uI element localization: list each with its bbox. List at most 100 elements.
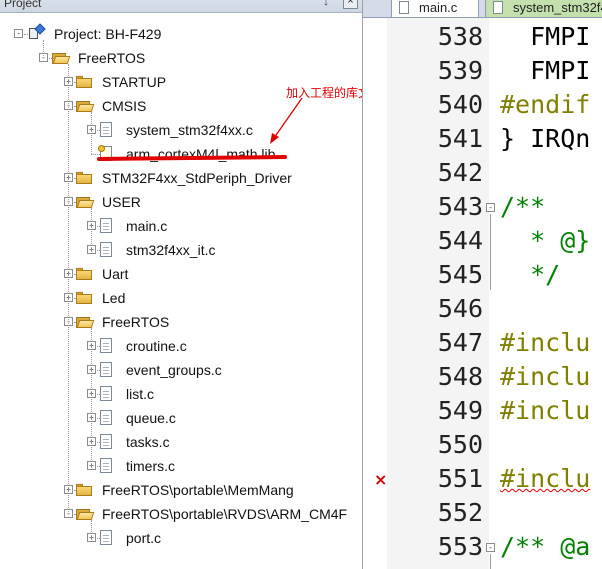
tree-item-label: croutine.c — [126, 338, 187, 354]
tree-item-label: Led — [102, 290, 126, 306]
line-number: 543 — [437, 192, 483, 221]
code-line[interactable]: * @} — [500, 226, 590, 256]
pin-icon[interactable]: ↓ — [320, 0, 332, 8]
tree-item-list-c[interactable]: + list.c — [0, 382, 362, 406]
line-number: 550 — [437, 430, 483, 459]
line-number: 553 — [437, 532, 483, 561]
tree-guide-line — [68, 64, 69, 514]
tree-item-tasks-c[interactable]: + tasks.c — [0, 430, 362, 454]
tree-item-led[interactable]: + Led — [0, 286, 362, 310]
tree-item-user[interactable]: - USER — [0, 190, 362, 214]
tree-item-label: system_stm32f4xx.c — [126, 122, 253, 138]
panel-title: Project — [4, 0, 42, 10]
line-number: 546 — [437, 294, 483, 323]
tree-item-project-bh-f429[interactable]: - Project: BH-F429 — [0, 22, 362, 46]
tree-item-stm32f4xx-it-c[interactable]: + stm32f4xx_it.c — [0, 238, 362, 262]
line-number: 545 — [437, 260, 483, 289]
folder-open-icon — [76, 196, 95, 208]
code-line[interactable]: } IRQn — [500, 124, 590, 154]
tree-item-event-groups-c[interactable]: + event_groups.c — [0, 358, 362, 382]
code-editor: main.c system_stm32f4xx.c × 538 FMPI539 … — [363, 0, 602, 569]
tree-item-timers-c[interactable]: + timers.c — [0, 454, 362, 478]
tree-item-queue-c[interactable]: + queue.c — [0, 406, 362, 430]
c-file-icon — [100, 218, 112, 233]
collapse-icon[interactable]: - — [14, 29, 23, 38]
folder-icon — [76, 172, 92, 184]
line-number: 541 — [437, 124, 483, 153]
code-line[interactable]: #inclu — [500, 328, 590, 358]
line-number: 551 — [437, 464, 483, 493]
tree-guide-line — [91, 208, 92, 250]
folder-open-icon — [76, 508, 95, 520]
tree-item-freertos[interactable]: - FreeRTOS — [0, 310, 362, 334]
tree-item-label: Project: BH-F429 — [54, 26, 162, 42]
tree-item-uart[interactable]: + Uart — [0, 262, 362, 286]
tab-system-stm32f4xx-c[interactable]: system_stm32f4xx.c — [485, 0, 602, 17]
c-file-icon — [100, 386, 112, 401]
line-number: 548 — [437, 362, 483, 391]
c-file-icon — [100, 434, 112, 449]
tree-item-freertos-portable-memmang[interactable]: + FreeRTOS\portable\MemMang — [0, 478, 362, 502]
code-line[interactable]: FMPI — [500, 22, 590, 52]
code-line[interactable]: */ — [500, 260, 560, 290]
tree-item-label: stm32f4xx_it.c — [126, 242, 216, 258]
tree-item-freertos-portable-rvds-arm-cm4f[interactable]: - FreeRTOS\portable\RVDS\ARM_CM4F — [0, 502, 362, 526]
tab-main-c[interactable]: main.c — [391, 0, 479, 17]
tree-item-label: timers.c — [126, 458, 175, 474]
folder-icon — [76, 76, 92, 88]
c-file-icon — [100, 458, 112, 473]
tree-item-label: Uart — [102, 266, 129, 282]
c-file-icon — [100, 242, 112, 257]
tree-item-label: list.c — [126, 386, 154, 402]
tree-item-label: main.c — [126, 218, 168, 234]
tree-guide-line — [91, 520, 92, 538]
tree-item-freertos[interactable]: - FreeRTOS — [0, 46, 362, 70]
line-number: 547 — [437, 328, 483, 357]
code-line[interactable]: #endif — [500, 90, 590, 120]
folder-open-icon — [76, 100, 95, 112]
folder-open-icon — [52, 52, 71, 64]
code-line[interactable]: #inclu — [500, 396, 590, 426]
code-line[interactable]: #inclu — [500, 464, 590, 494]
c-file-icon — [100, 410, 112, 425]
code-line[interactable]: #inclu — [500, 362, 590, 392]
fold-toggle-icon[interactable]: - — [486, 203, 495, 212]
tree-item-label: queue.c — [126, 410, 176, 426]
tree-item-stm32f4xx-stdperiph-driver[interactable]: + STM32F4xx_StdPeriph_Driver — [0, 166, 362, 190]
tree-item-label: FreeRTOS\portable\RVDS\ARM_CM4F — [102, 506, 348, 522]
tree-guide-line — [91, 328, 92, 466]
tree-item-label: FreeRTOS\portable\MemMang — [102, 482, 294, 498]
tree-item-croutine-c[interactable]: + croutine.c — [0, 334, 362, 358]
tree-item-label: STM32F4xx_StdPeriph_Driver — [102, 170, 292, 186]
project-icon — [28, 23, 46, 41]
folder-icon — [76, 268, 92, 280]
code-line[interactable]: FMPI — [500, 56, 590, 86]
code-line[interactable]: /** @a — [500, 532, 590, 562]
fold-guide-line — [490, 214, 491, 290]
c-file-icon — [100, 530, 112, 545]
project-panel: Project ↓ × - Project: BH-F429 - FreeRTOS + S… — [0, 0, 363, 569]
tree-item-label: FreeRTOS — [78, 50, 146, 66]
tree-item-label: event_groups.c — [126, 362, 222, 378]
fold-toggle-icon[interactable]: - — [486, 543, 495, 552]
tree-item-main-c[interactable]: + main.c — [0, 214, 362, 238]
annotation-arrow-icon — [270, 97, 303, 144]
code-line[interactable]: /** — [500, 192, 545, 222]
c-file-icon — [100, 362, 112, 377]
tree-guide-line — [91, 112, 92, 154]
tab-label: system_stm32f4xx.c — [513, 0, 602, 15]
line-number: 544 — [437, 226, 483, 255]
tree-item-label: port.c — [126, 530, 162, 546]
panel-header: Project ↓ × — [0, 0, 362, 13]
tab-label: main.c — [419, 0, 458, 15]
fold-guide-line — [490, 554, 491, 569]
editor-tab-bar: main.c system_stm32f4xx.c — [363, 0, 602, 18]
folder-icon — [76, 484, 92, 496]
tree-item-label: FreeRTOS — [102, 314, 170, 330]
close-panel-button[interactable]: × — [343, 0, 358, 9]
line-number: 540 — [437, 90, 483, 119]
line-number: 542 — [437, 158, 483, 187]
tree-item-label: CMSIS — [102, 98, 147, 114]
line-number: 552 — [437, 498, 483, 527]
tree-item-port-c[interactable]: + port.c — [0, 526, 362, 550]
